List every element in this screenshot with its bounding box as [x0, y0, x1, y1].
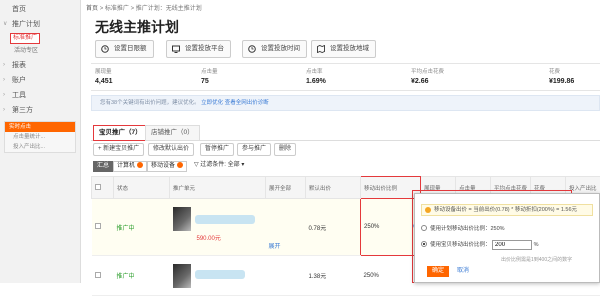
realtime-line[interactable]: 点击量统计... [5, 132, 75, 142]
chevron-right-icon: › [3, 73, 5, 88]
product-cell: 590.00元 [170, 199, 266, 256]
row-checkbox[interactable] [95, 272, 101, 278]
tabs: 宝贝推广（7） 店铺推广（0） [91, 125, 600, 141]
expand-link[interactable]: 展开 [266, 199, 306, 256]
chevron-right-icon: › [3, 103, 5, 118]
filter-select[interactable]: ▽ 过滤条件: 全部 ▾ [191, 161, 247, 172]
map-icon [317, 45, 325, 53]
product-thumbnail[interactable] [173, 264, 191, 288]
filter-icon: ▽ [194, 162, 199, 168]
product-cell [170, 256, 266, 296]
optimize-link[interactable]: 立即优化 [201, 100, 223, 106]
breadcrumb-std[interactable]: 标准推广 [105, 6, 129, 12]
chevron-right-icon: › [3, 88, 5, 103]
pause-button[interactable]: 暂停推广 [200, 143, 234, 156]
sidebar-item-standard[interactable]: 标准推广 [10, 33, 40, 44]
breadcrumb-plan: 推广计划：无线主推计划 [136, 6, 202, 12]
page-title: 无线主推计划 [95, 17, 179, 37]
filter-mobile[interactable]: 移动设备 [147, 161, 187, 172]
radio-icon[interactable] [421, 225, 427, 231]
join-button[interactable]: 参与推广 [237, 143, 271, 156]
monitor-icon [172, 45, 180, 53]
chevron-right-icon: › [3, 58, 5, 73]
ratio-hint: 出价比例需是1到400之间的数字 [501, 256, 572, 263]
set-time-button[interactable]: 设置投放时间 [242, 40, 307, 58]
select-all-checkbox[interactable] [95, 184, 101, 190]
plan-ratio-option[interactable]: 使用计划移动出价比例：250% [421, 224, 505, 232]
mobile-ratio-popup: 移动设备出价 = 当前出价(0.78) * 移动折扣(200%) = 1.56元… [414, 193, 600, 283]
product-thumbnail[interactable] [173, 207, 191, 231]
clock-icon [248, 45, 256, 53]
stat-clicks: 点击量75 [201, 67, 218, 85]
clock-icon [101, 45, 109, 53]
sidebar-item-tools[interactable]: ›工具 [0, 88, 80, 103]
warning-icon [425, 207, 431, 213]
sidebar-item-promo[interactable]: ∨推广计划 [0, 17, 80, 32]
delete-button[interactable]: 删除 [274, 143, 296, 156]
filter-row: 汇总 计算机 移动设备 ▽ 过滤条件: 全部 ▾ [91, 160, 600, 174]
radio-selected-icon[interactable] [421, 241, 427, 247]
formula-notice: 移动设备出价 = 当前出价(0.78) * 移动折扣(200%) = 1.56元 [421, 204, 593, 216]
stat-cost: 花费¥199.86 [549, 67, 574, 85]
sidebar-item-account[interactable]: ›账户 [0, 73, 80, 88]
realtime-panel: 实时点击 点击量统计... 投入产出比... [4, 121, 76, 153]
breadcrumb-home[interactable]: 首页 [86, 6, 98, 12]
stat-avg-cpc: 平均点击花费¥2.66 [411, 67, 444, 85]
redacted-title [195, 215, 255, 224]
set-platform-button[interactable]: 设置投放平台 [166, 40, 231, 58]
filter-computer[interactable]: 计算机 [113, 161, 147, 172]
stat-impressions: 展现量4,451 [95, 67, 113, 85]
status-dot-icon [137, 162, 143, 168]
tab-item-promo[interactable]: 宝贝推广（7） [93, 125, 148, 141]
chevron-down-icon: ∨ [3, 17, 7, 32]
cancel-link[interactable]: 取消 [457, 266, 469, 277]
realtime-line[interactable]: 投入产出比... [5, 142, 75, 152]
optimization-notice: 您有38个关键词有出价问题，建议优化。 立即优化 查看全网出价诊断 [91, 95, 600, 111]
row-checkbox[interactable] [95, 223, 101, 229]
sidebar-item-home[interactable]: 首页 [0, 2, 80, 17]
tab-shop-promo[interactable]: 店铺推广（0） [145, 125, 200, 141]
edit-bid-button[interactable]: 修改默认出价 [148, 143, 194, 156]
action-row: + 新建宝贝推广 修改默认出价 暂停推广 参与推广 删除 [91, 143, 600, 157]
confirm-button[interactable]: 确定 [427, 266, 449, 277]
breadcrumb: 首页 > 标准推广 > 推广计划：无线主推计划 [86, 3, 202, 12]
item-ratio-option[interactable]: 使用宝贝移动出价比例： % [421, 240, 538, 250]
sidebar-item-third[interactable]: ›第三方 [0, 103, 80, 118]
status-dot-icon [177, 162, 183, 168]
stats-bar: 展现量4,451 点击量75 点击率1.69% 平均点击花费¥2.66 花费¥1… [91, 63, 600, 91]
set-daily-limit-button[interactable]: 设置日限额 [95, 40, 154, 58]
sidebar: 首页 ∨推广计划 标准推广 活动专区 ›报表 ›账户 ›工具 ›第三方 实时点击… [0, 0, 81, 283]
ratio-input[interactable] [492, 240, 532, 250]
redacted-title [195, 270, 245, 279]
set-region-button[interactable]: 设置投放地域 [311, 40, 376, 58]
new-item-button[interactable]: + 新建宝贝推广 [93, 143, 144, 156]
stat-ctr: 点击率1.69% [306, 67, 326, 85]
realtime-header[interactable]: 实时点击 [5, 122, 75, 132]
filter-summary[interactable]: 汇总 [93, 161, 113, 172]
diagnosis-link[interactable]: 查看全网出价诊断 [225, 100, 269, 106]
sidebar-item-zone[interactable]: 活动专区 [0, 45, 80, 58]
sidebar-item-report[interactable]: ›报表 [0, 58, 80, 73]
